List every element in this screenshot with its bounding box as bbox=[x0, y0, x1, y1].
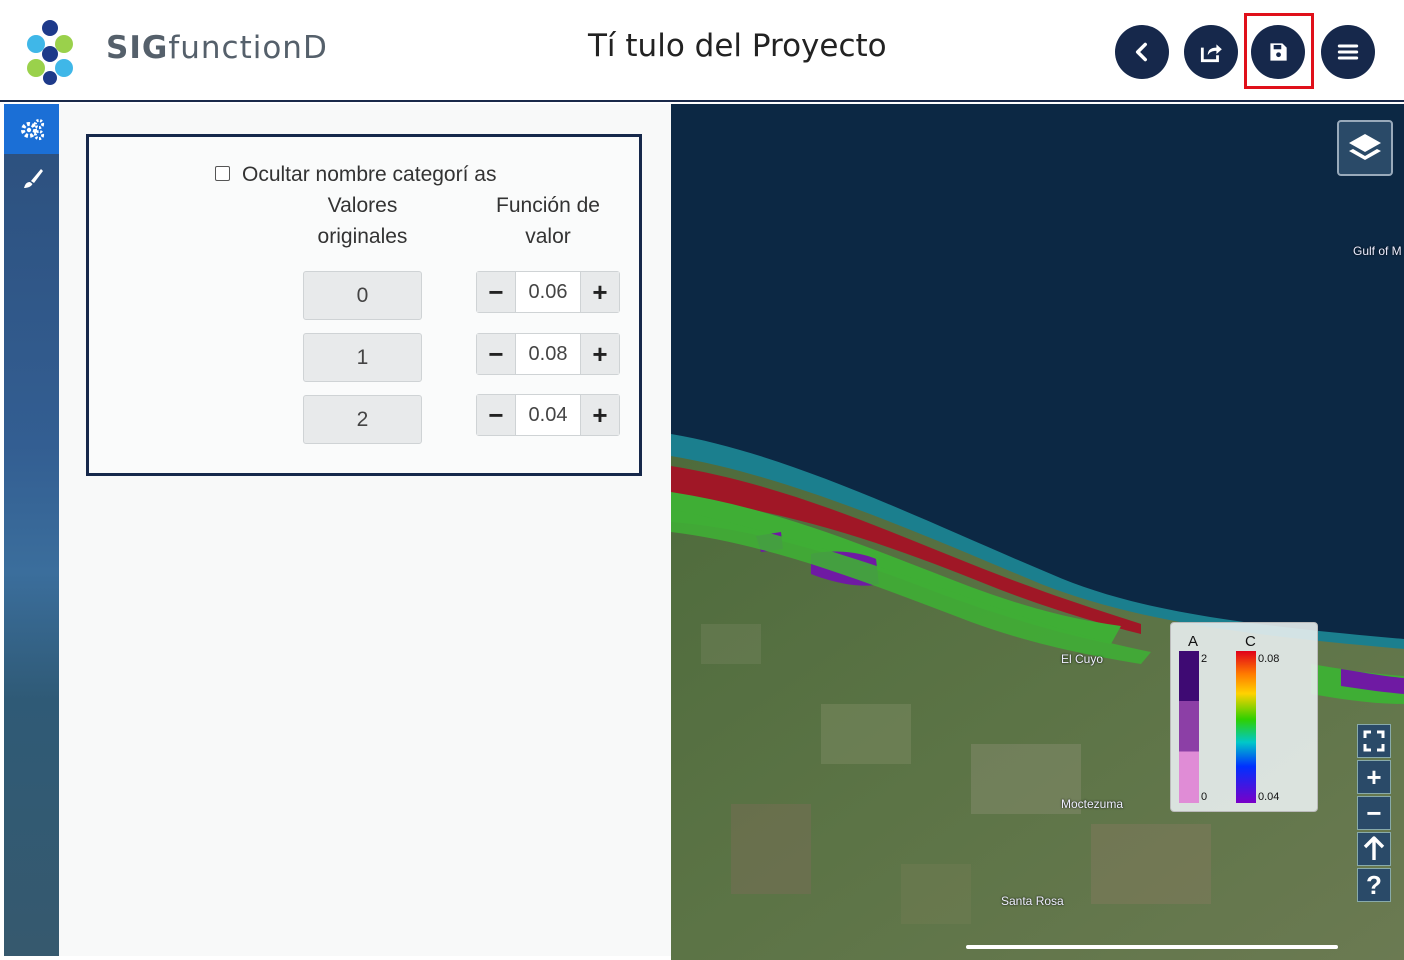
brand-rest: functionD bbox=[168, 30, 328, 66]
original-values-header-line2: originales bbox=[317, 225, 408, 248]
tab-settings[interactable] bbox=[4, 104, 59, 154]
hide-categories-checkbox[interactable] bbox=[215, 165, 230, 181]
zoom-out-button[interactable]: − bbox=[1357, 796, 1391, 830]
function-panel: Ocultar nombre categorí as Valores origi… bbox=[59, 104, 671, 956]
place-label: Santa Rosa bbox=[1001, 894, 1064, 908]
hide-categories-toggle[interactable]: Ocultar nombre categorí as bbox=[215, 163, 496, 187]
legend-c-max: 0.08 bbox=[1258, 653, 1280, 665]
legend-a-bar bbox=[1179, 651, 1199, 803]
north-button[interactable] bbox=[1357, 832, 1391, 866]
legend-a-max: 2 bbox=[1201, 653, 1208, 665]
satellite-map bbox=[671, 104, 1404, 960]
legend-c-min: 0.04 bbox=[1258, 791, 1280, 803]
map-controls: + − ? bbox=[1357, 724, 1391, 904]
legend-c-title: C bbox=[1245, 633, 1256, 650]
value-function-header-line2: valor bbox=[525, 225, 571, 248]
original-values-header: Valores originales bbox=[303, 190, 422, 252]
logo-icon bbox=[27, 20, 73, 85]
hide-categories-label: Ocultar nombre categorí as bbox=[242, 163, 497, 186]
place-label: El Cuyo bbox=[1061, 652, 1104, 666]
app-header: SIGfunctionD Tí tulo del Proyecto bbox=[0, 0, 1404, 102]
tab-style[interactable] bbox=[4, 154, 59, 204]
map-scrollbar[interactable] bbox=[966, 945, 1338, 949]
project-title[interactable]: Tí tulo del Proyecto bbox=[588, 28, 887, 64]
fullscreen-button[interactable] bbox=[1357, 724, 1391, 758]
original-value-1: 1 bbox=[303, 333, 422, 382]
layers-icon bbox=[1349, 134, 1381, 160]
menu-button[interactable] bbox=[1321, 25, 1375, 79]
fullscreen-icon bbox=[1363, 730, 1385, 752]
increment-button[interactable]: + bbox=[581, 395, 619, 435]
legend-a-title: A bbox=[1188, 633, 1199, 650]
menu-icon bbox=[1337, 44, 1359, 60]
map-view[interactable]: Gulf of M El Cuyo Moctezuma Santa Rosa A… bbox=[671, 104, 1404, 960]
sidebar-tabs bbox=[4, 104, 59, 956]
place-label: Gulf of M bbox=[1353, 244, 1402, 258]
original-value-2: 2 bbox=[303, 395, 422, 444]
value-stepper-0[interactable]: − 0.06 + bbox=[476, 271, 620, 313]
increment-button[interactable]: + bbox=[581, 272, 619, 312]
original-value-0: 0 bbox=[303, 271, 422, 320]
value-stepper-2[interactable]: − 0.04 + bbox=[476, 394, 620, 436]
brand-name: SIGfunctionD bbox=[106, 30, 328, 66]
north-arrow-icon bbox=[1363, 836, 1385, 860]
back-button[interactable] bbox=[1115, 25, 1169, 79]
value-input[interactable]: 0.08 bbox=[515, 334, 581, 374]
legend-a-min: 0 bbox=[1201, 791, 1208, 803]
zoom-in-button[interactable]: + bbox=[1357, 760, 1391, 794]
decrement-button[interactable]: − bbox=[477, 395, 515, 435]
place-label: Moctezuma bbox=[1061, 797, 1124, 811]
value-function-header-line1: Función de bbox=[496, 194, 600, 217]
value-stepper-1[interactable]: − 0.08 + bbox=[476, 333, 620, 375]
value-function-box: Ocultar nombre categorí as Valores origi… bbox=[86, 134, 642, 476]
value-function-header: Función de valor bbox=[476, 190, 620, 252]
value-input[interactable]: 0.04 bbox=[515, 395, 581, 435]
gears-icon bbox=[20, 118, 44, 141]
help-button[interactable]: ? bbox=[1357, 868, 1391, 902]
save-highlight-box bbox=[1244, 13, 1314, 89]
legend-c-bar bbox=[1236, 651, 1256, 803]
decrement-button[interactable]: − bbox=[477, 272, 515, 312]
increment-button[interactable]: + bbox=[581, 334, 619, 374]
share-icon bbox=[1200, 44, 1222, 63]
original-values-header-line1: Valores bbox=[327, 194, 398, 217]
decrement-button[interactable]: − bbox=[477, 334, 515, 374]
brush-icon bbox=[23, 169, 43, 188]
back-icon bbox=[1135, 42, 1147, 62]
brand-bold: SIG bbox=[106, 30, 169, 66]
map-legend: A C 2 0 0.08 0.04 bbox=[1170, 622, 1318, 812]
value-input[interactable]: 0.06 bbox=[515, 272, 581, 312]
share-button[interactable] bbox=[1184, 25, 1238, 79]
layers-button[interactable] bbox=[1337, 120, 1393, 176]
